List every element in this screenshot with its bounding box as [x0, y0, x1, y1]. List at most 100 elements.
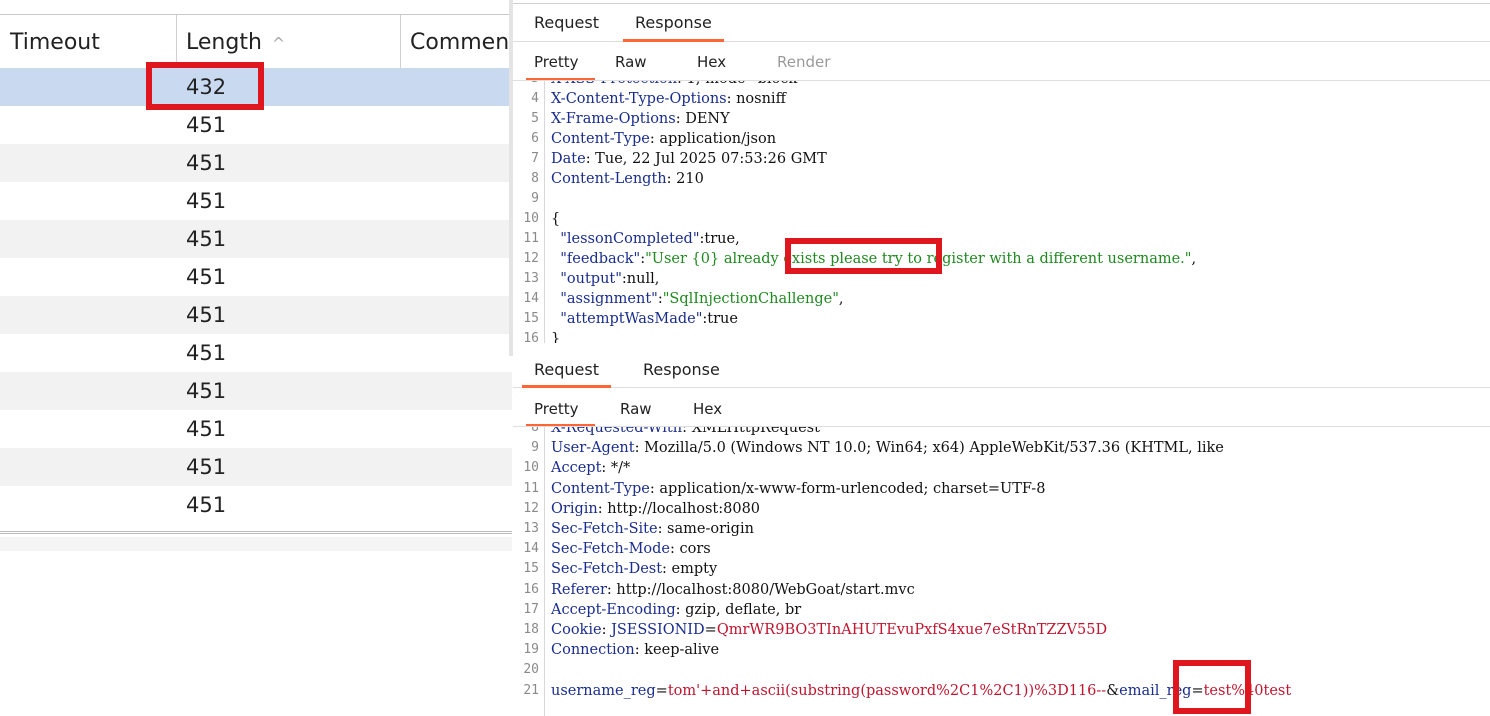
column-label: Comment	[410, 30, 518, 55]
code-token: : 210	[666, 171, 704, 187]
table-row[interactable]: 451	[0, 106, 512, 144]
line-number: 15	[523, 561, 539, 577]
subtab-raw[interactable]: Raw	[615, 44, 647, 80]
subtab-hex[interactable]: Hex	[697, 44, 726, 80]
line-text: X-Requested-With: XMLHttpRequest	[551, 427, 820, 438]
code-token: : Mozilla/5.0 (Windows NT 10.0; Win64; x…	[634, 440, 1224, 457]
tab-response[interactable]: Response	[623, 4, 724, 42]
subtab-pretty[interactable]: Pretty	[526, 392, 594, 426]
line-number: 6	[531, 131, 539, 146]
code-token: {	[551, 211, 561, 227]
line-number: 11	[523, 480, 539, 496]
code-token: "output"	[551, 271, 622, 287]
code-token: "SqlInjectionChallenge"	[662, 291, 839, 307]
line-number: 17	[523, 601, 539, 617]
code-token: : 1; mode=block	[677, 81, 797, 87]
line-number: 20	[523, 662, 539, 678]
code-token: : application/json	[649, 131, 777, 147]
line-text: Sec-Fetch-Mode: cors	[551, 539, 711, 559]
request-editor[interactable]: 8 X-Requested-With: XMLHttpRequest 9 User-A…	[513, 427, 1490, 716]
code-token: Accept	[551, 460, 602, 477]
code-token: : cors	[670, 541, 711, 558]
code-token: tom'+and+ascii(substring(password%2C1%2C…	[667, 682, 1107, 699]
line-number: 21	[523, 682, 539, 698]
subtab-label: Hex	[693, 400, 723, 418]
response-editor[interactable]: 3 X-XSS-Protection: 1; mode=block 4 X-Conte…	[513, 81, 1490, 343]
code-token: User-Agent	[551, 440, 635, 457]
tab-label: Response	[635, 13, 712, 32]
line-number: 7	[531, 151, 539, 166]
table-row[interactable]: 451	[0, 258, 512, 296]
line-text: Origin: http://localhost:8080	[551, 499, 760, 519]
code-token: ,	[1191, 251, 1197, 267]
code-token: Content-Type	[551, 131, 650, 147]
length-cell: 451	[186, 189, 227, 213]
subtab-raw[interactable]: Raw	[620, 392, 652, 426]
line-number: 5	[531, 111, 539, 126]
tab-label: Request	[534, 13, 599, 32]
table-row[interactable]: 451	[0, 296, 512, 334]
table-row[interactable]: 451	[0, 144, 512, 182]
code-token: :	[601, 622, 612, 638]
code-token: : DENY	[675, 111, 730, 127]
code-token: :null,	[621, 271, 660, 287]
table-bottom-divider	[0, 531, 512, 534]
table-row[interactable]: 451	[0, 372, 512, 410]
subtab-label: Pretty	[534, 53, 579, 71]
length-cell: 451	[186, 341, 227, 365]
line-number: 13	[523, 271, 539, 286]
line-text: Referer: http://localhost:8080/WebGoat/s…	[551, 580, 915, 600]
line-text: "output":null,	[551, 269, 659, 289]
column-header-comment[interactable]: Comment	[400, 15, 518, 71]
tab-request[interactable]: Request	[534, 4, 599, 42]
table-row[interactable]: 451	[0, 334, 512, 372]
request-view-tabs: Pretty Raw Hex	[513, 392, 1490, 426]
code-token: }	[551, 331, 561, 343]
sort-ascending-icon: ^	[271, 34, 286, 53]
line-text: X-XSS-Protection: 1; mode=block	[551, 81, 797, 89]
line-text: User-Agent: Mozilla/5.0 (Windows NT 10.0…	[551, 438, 1224, 458]
response-pane-tabs: Request Response	[513, 4, 1490, 42]
length-cell: 451	[186, 113, 227, 137]
subtab-pretty[interactable]: Pretty	[526, 44, 594, 80]
subtab-hex[interactable]: Hex	[693, 392, 722, 426]
table-row[interactable]: 451	[0, 448, 512, 486]
code-token: : keep-alive	[634, 642, 720, 659]
table-row[interactable]: 451	[0, 486, 512, 524]
length-cell: 451	[186, 417, 227, 441]
subtab-label: Hex	[697, 53, 727, 71]
line-number: 14	[523, 291, 539, 306]
column-label: Timeout	[10, 30, 100, 55]
code-token: "feedback"	[551, 251, 641, 267]
line-text: Date: Tue, 22 Jul 2025 07:53:26 GMT	[551, 149, 827, 169]
code-token: Sec-Fetch-Site	[551, 521, 658, 537]
code-token: Accept-Encoding	[551, 601, 676, 618]
code-token: Cookie	[551, 622, 602, 638]
code-token: Sec-Fetch-Dest	[551, 561, 663, 578]
table-row[interactable]: 451	[0, 410, 512, 448]
line-text: Sec-Fetch-Site: same-origin	[551, 519, 754, 539]
length-cell: 451	[186, 379, 227, 403]
line-text: "assignment":"SqlInjectionChallenge",	[551, 289, 843, 309]
line-number: 11	[523, 231, 539, 246]
subtab-label: Raw	[615, 53, 647, 71]
tab-response[interactable]: Response	[643, 352, 720, 388]
tab-request[interactable]: Request	[522, 352, 611, 388]
line-number: 13	[523, 521, 539, 536]
line-number: 8	[531, 171, 539, 186]
code-token: :true	[702, 311, 738, 327]
code-token: Content-Length	[551, 171, 667, 187]
line-text: "lessonCompleted":true,	[551, 229, 739, 249]
line-text: Content-Type: application/json	[551, 129, 776, 149]
line-number: 16	[523, 331, 539, 343]
code-token: X-Frame-Options	[551, 111, 676, 127]
subtab-render[interactable]: Render	[777, 44, 830, 80]
line-number: 4	[531, 91, 539, 106]
code-token: QmrWR9BO3TInAHUTEvuPxfS4xue7eStRnTZZV55D	[716, 622, 1108, 638]
line-number: 10	[523, 211, 539, 226]
code-token: : same-origin	[657, 521, 754, 537]
line-text: Connection: keep-alive	[551, 640, 719, 660]
table-row[interactable]: 451	[0, 182, 512, 220]
code-token: "lessonCompleted"	[551, 231, 700, 247]
table-row[interactable]: 451	[0, 220, 512, 258]
